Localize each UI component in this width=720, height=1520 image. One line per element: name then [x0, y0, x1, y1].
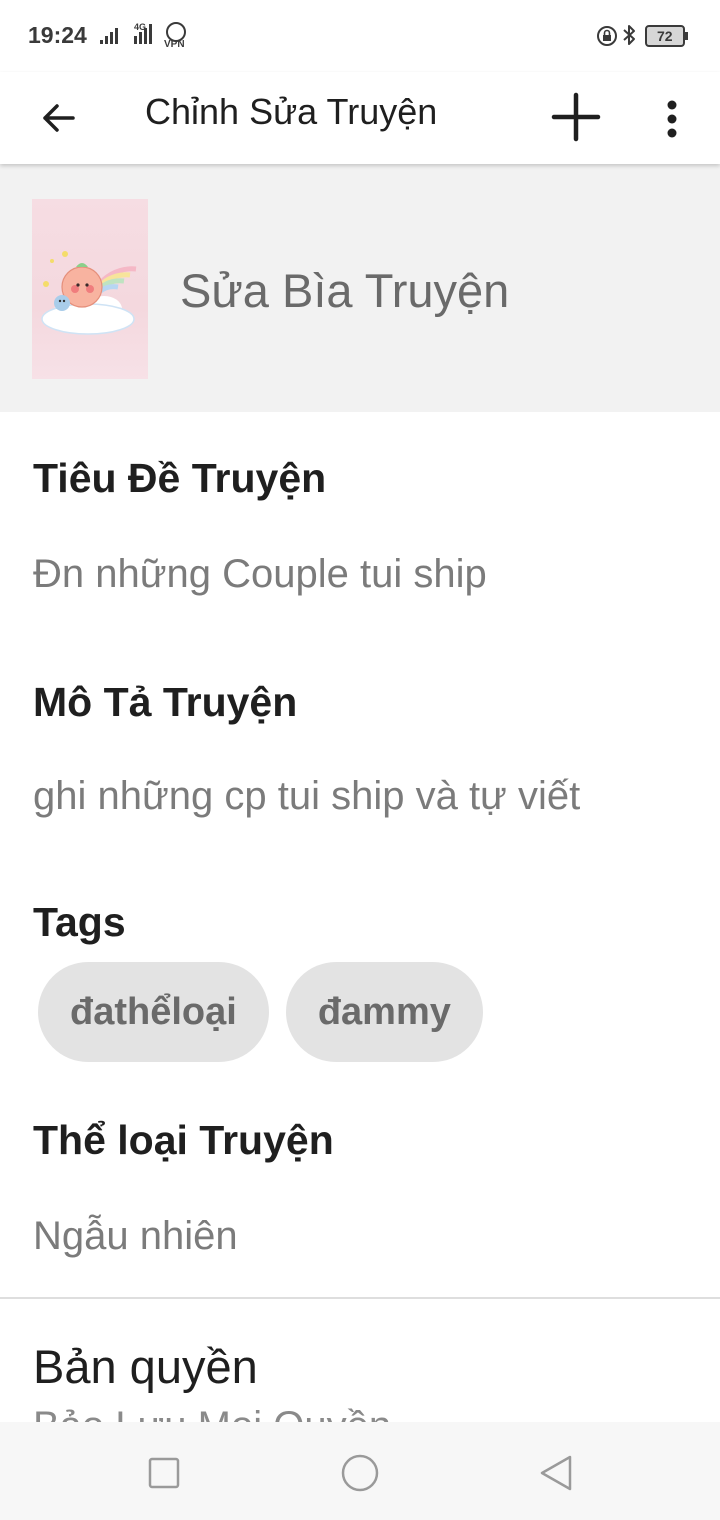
battery-level: 72 [657, 28, 673, 44]
tags-label: Tags [33, 899, 126, 945]
status-bar: 19:24 4G VPN 72 [0, 0, 720, 72]
back-nav-button[interactable] [533, 1450, 579, 1496]
app-bar: Chỉnh Sửa Truyện [0, 72, 720, 164]
more-options-button[interactable] [650, 84, 694, 154]
system-nav-bar [0, 1422, 720, 1520]
back-triangle-icon [540, 1455, 572, 1491]
tag-chip[interactable]: đammy [285, 962, 483, 1062]
recent-apps-button[interactable] [141, 1450, 187, 1496]
plus-icon [551, 92, 601, 142]
home-icon [341, 1454, 379, 1492]
title-field[interactable]: Tiêu Đề Truyện Đn những Couple tui ship [33, 454, 487, 598]
lock-rotation-icon [597, 26, 617, 46]
battery-icon: 72 [645, 25, 688, 47]
copyright-value: Bảo Lưu Mọi Quyền [33, 1402, 693, 1422]
bluetooth-icon [623, 25, 635, 45]
genre-value[interactable]: Ngẫu nhiên [33, 1212, 334, 1260]
description-field[interactable]: Mô Tả Truyện ghi những cp tui ship và tự… [33, 678, 580, 820]
title-value[interactable]: Đn những Couple tui ship [33, 550, 487, 598]
page-title: Chỉnh Sửa Truyện [145, 91, 438, 132]
description-label: Mô Tả Truyện [33, 679, 298, 725]
title-label: Tiêu Đề Truyện [33, 455, 327, 501]
genre-field[interactable]: Thể loại Truyện Ngẫu nhiên [33, 1116, 334, 1260]
signal-icon: 4G VPN [100, 22, 186, 50]
copyright-value-clip[interactable]: Bảo Lưu Mọi Quyền [33, 1402, 693, 1422]
copyright-label[interactable]: Bản quyền [33, 1340, 258, 1394]
home-button[interactable] [337, 1450, 383, 1496]
network-4g-label: 4G [134, 22, 146, 32]
cover-image [41, 251, 137, 335]
status-right-icons: 72 [596, 22, 692, 55]
more-vertical-icon [667, 100, 677, 138]
divider [0, 1297, 720, 1299]
vpn-label: VPN [164, 39, 185, 50]
status-time: 19:24 [28, 22, 87, 48]
add-part-button[interactable] [546, 82, 606, 152]
edit-cover-label: Sửa Bìa Truyện [180, 264, 510, 317]
edit-cover-row[interactable]: Sửa Bìa Truyện [0, 164, 720, 412]
arrow-left-icon [43, 104, 75, 132]
cover-thumbnail[interactable] [32, 199, 148, 379]
description-value[interactable]: ghi những cp tui ship và tự viết [33, 772, 580, 820]
tags-heading: Tags [33, 898, 126, 946]
tag-chip[interactable]: đathểloại [38, 962, 269, 1062]
genre-label: Thể loại Truyện [33, 1117, 334, 1163]
back-button[interactable] [30, 90, 86, 146]
status-left-icons: 4G VPN [98, 22, 194, 55]
tags-list: đathểloại đammy [38, 962, 483, 1062]
recent-apps-icon [148, 1457, 180, 1489]
